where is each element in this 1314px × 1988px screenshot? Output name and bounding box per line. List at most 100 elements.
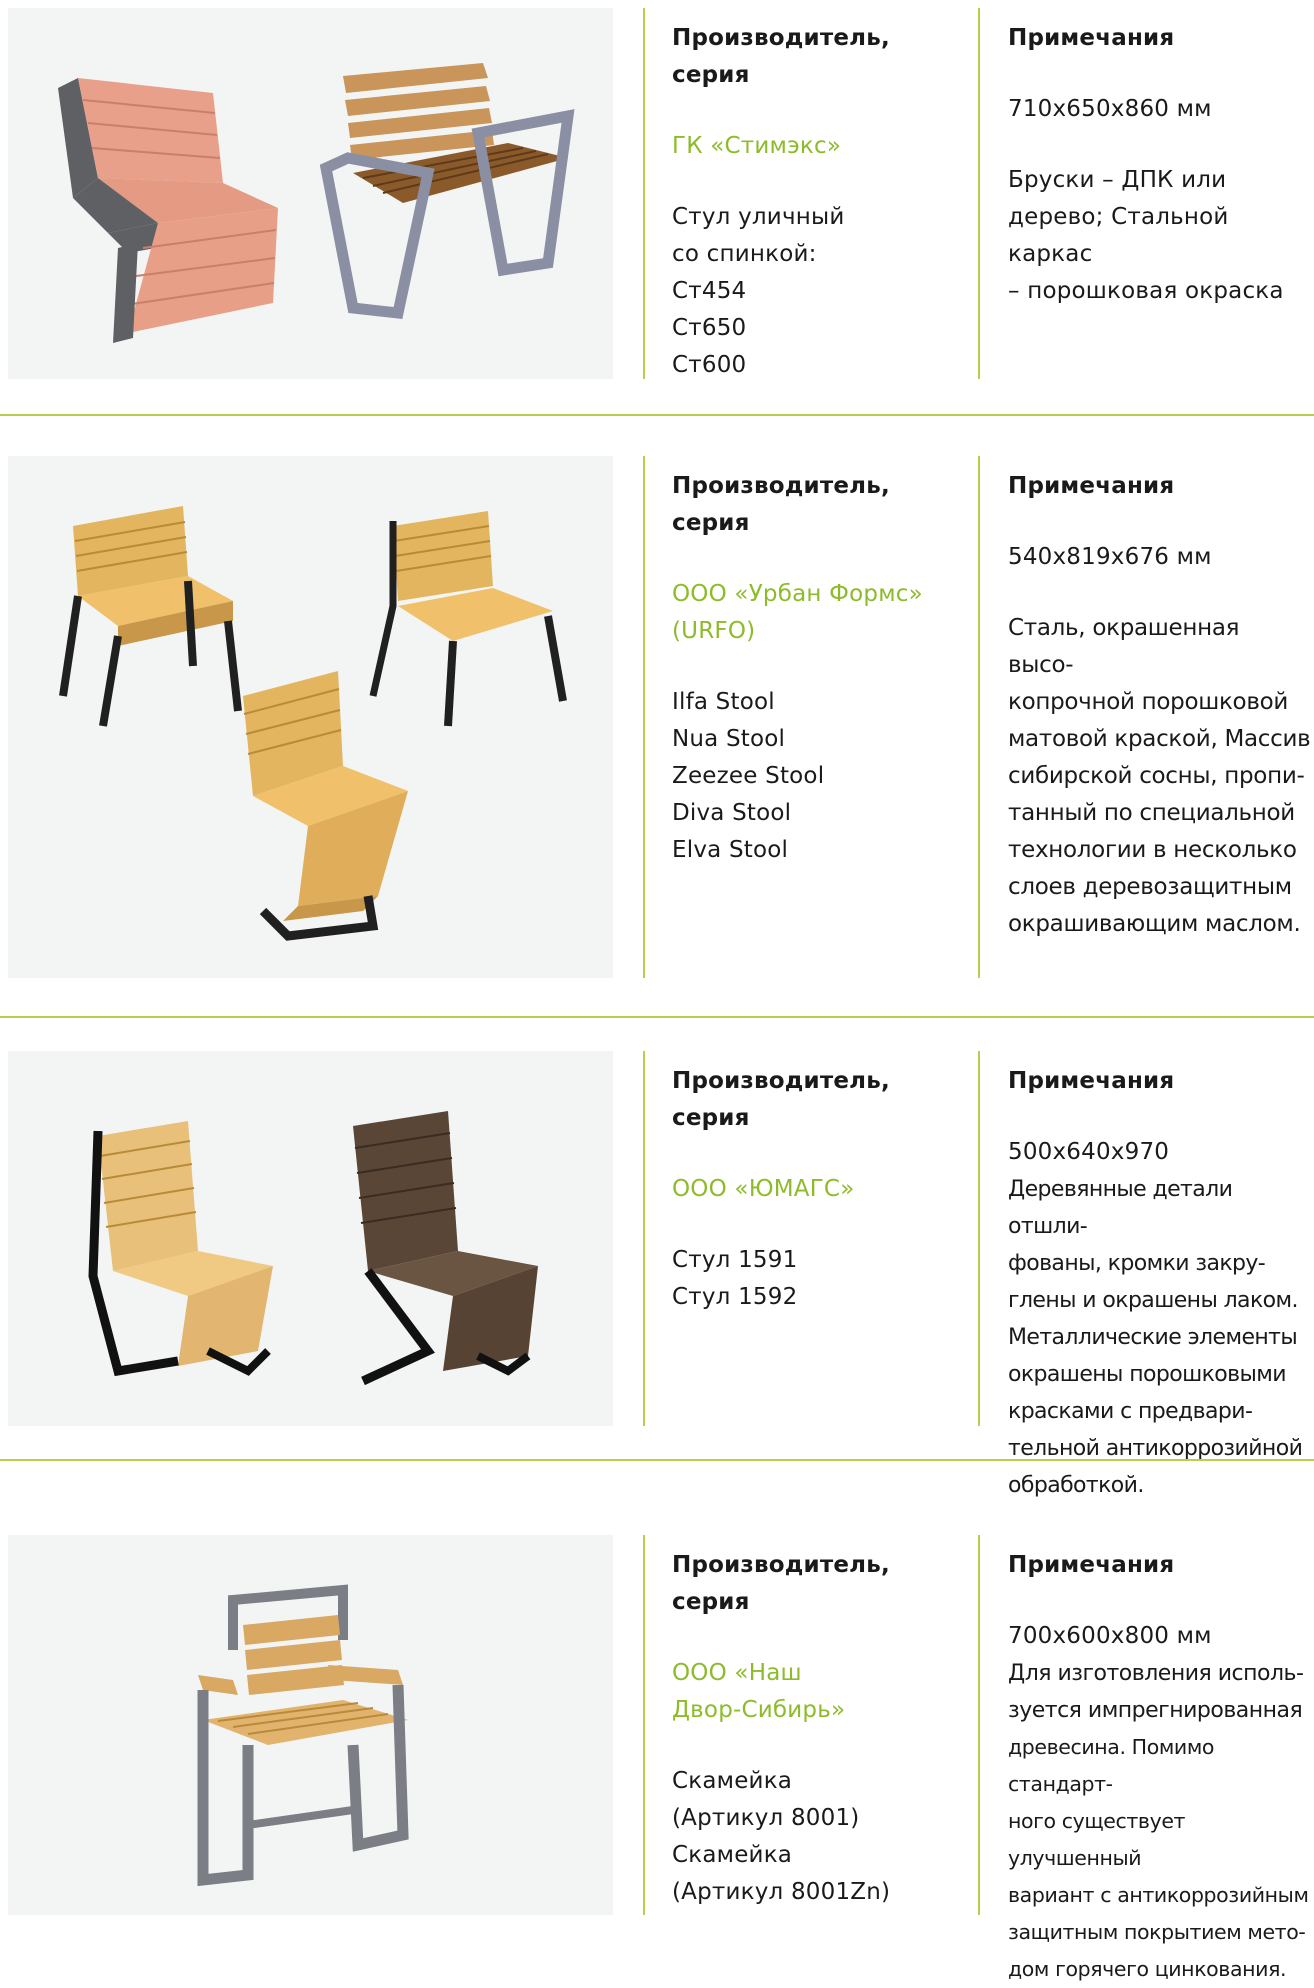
notes-line: танный по специальной [1008, 800, 1295, 826]
notes-line: окрашены порошковыми [1008, 1362, 1287, 1387]
maker-name: ООО «Урбан Формс» (URFO) [672, 576, 972, 650]
column-rule [978, 8, 980, 379]
notes-header: Примечания [1008, 25, 1175, 51]
notes-header: Примечания [1008, 1068, 1175, 1094]
product-item: Скамейка [672, 1842, 793, 1868]
notes-line: фованы, кромки закру- [1008, 1251, 1266, 1276]
dimensions: 710х650х860 мм [1008, 96, 1212, 122]
dimensions: 500х640х970 [1008, 1139, 1170, 1165]
product-item: Ст454 [672, 278, 747, 304]
product-list: Скамейка (Артикул 8001) Скамейка (Артику… [672, 1763, 972, 1911]
notes-line: древесина. Помимо стандарт- [1008, 1735, 1215, 1796]
notes-line: ного существует улучшенный [1008, 1809, 1186, 1870]
notes-line: обработкой. [1008, 1473, 1144, 1498]
product-item: (Артикул 8001) [672, 1805, 860, 1831]
product-item: Zeezee Stool [672, 763, 825, 789]
notes-header: Примечания [1008, 1552, 1175, 1578]
product-item: Стул 1592 [672, 1284, 798, 1310]
chair-zeezee-illustration [243, 671, 408, 941]
notes-column: Примечания 700х600х800 мм Для изготовлен… [1008, 1547, 1311, 1988]
product-item: Ст650 [672, 315, 747, 341]
notes-line: окрашивающим маслом. [1008, 911, 1301, 937]
notes-column: Примечания 500х640х970 Деревянные детали… [1008, 1063, 1311, 1504]
chair-1591-illustration [88, 1121, 273, 1377]
product-image-stimex [8, 8, 613, 379]
notes-line: Бруски – ДПК или [1008, 167, 1227, 193]
chair-wood-frame-illustration [319, 63, 575, 320]
section-divider [0, 1459, 1314, 1461]
maker-name: ГК «Стимэкс» [672, 128, 972, 165]
product-item: Diva Stool [672, 800, 792, 826]
notes-line: технологии в несколько [1008, 837, 1297, 863]
chair-nua-illustration [369, 511, 567, 727]
notes-line: слоев деревозащитным [1008, 874, 1292, 900]
column-rule [643, 1535, 645, 1915]
product-item: со спинкой: [672, 241, 817, 267]
chair-ilfa-illustration [59, 506, 242, 727]
product-item: Стул уличный [672, 204, 845, 230]
maker-name-line: ООО «Наш [672, 1660, 802, 1686]
notes-line: Сталь, окрашенная высо- [1008, 615, 1240, 678]
product-image-yumags [8, 1051, 613, 1426]
maker-column: Производитель, серия ООО «ЮМАГС» Стул 15… [672, 1063, 972, 1316]
maker-name-line: ГК «Стимэкс» [672, 133, 842, 159]
section-divider [0, 414, 1314, 416]
dimensions: 700х600х800 мм [1008, 1623, 1212, 1649]
notes-line: сибирской сосны, пропи- [1008, 763, 1305, 789]
product-item: Ilfa Stool [672, 689, 775, 715]
column-rule [978, 456, 980, 978]
chair-8001-illustration [197, 1584, 409, 1887]
notes-line: Деревянные детали отшли- [1008, 1177, 1233, 1239]
column-rule [643, 456, 645, 978]
maker-header: Производитель, серия [672, 473, 890, 536]
notes-line: матовой краской, Массив [1008, 726, 1311, 752]
product-item: Скамейка [672, 1768, 793, 1794]
product-image-urfo [8, 456, 613, 978]
notes-line: глены и окрашены лаком. [1008, 1288, 1298, 1313]
notes-line: дом горячего цинкования. [1008, 1957, 1287, 1981]
chair-1592-illustration [353, 1111, 538, 1386]
notes-line: защитным покрытием мето- [1008, 1920, 1306, 1944]
column-rule [978, 1051, 980, 1426]
maker-header: Производитель, серия [672, 1552, 890, 1615]
product-list: Ilfa Stool Nua Stool Zeezee Stool Diva S… [672, 684, 972, 869]
notes-text: Сталь, окрашенная высо- копрочной порошк… [1008, 610, 1311, 943]
notes-column: Примечания 710х650х860 мм Бруски – ДПК и… [1008, 20, 1311, 310]
maker-name-line: ООО «ЮМАГС» [672, 1176, 855, 1202]
notes-line: зуется импрегнированная [1008, 1698, 1303, 1723]
maker-header: Производитель, серия [672, 25, 890, 88]
notes-line: копрочной порошковой [1008, 689, 1288, 715]
section-divider [0, 1016, 1314, 1018]
maker-name: ООО «Наш Двор-Сибирь» [672, 1655, 972, 1729]
product-item: Ст600 [672, 352, 747, 378]
product-item: Nua Stool [672, 726, 786, 752]
notes-text: Для изготовления исполь- зуется импрегни… [1008, 1655, 1311, 1988]
dimensions: 540х819х676 мм [1008, 544, 1212, 570]
notes-line: дерево; Стальной каркас [1008, 204, 1229, 267]
notes-text: Деревянные детали отшли- фованы, кромки … [1008, 1171, 1311, 1504]
notes-text: Бруски – ДПК или дерево; Стальной каркас… [1008, 162, 1311, 310]
column-rule [643, 8, 645, 379]
product-list: Стул уличный со спинкой: Ст454 Ст650 Ст6… [672, 199, 972, 384]
product-item: Стул 1591 [672, 1247, 798, 1273]
maker-name-line: Двор-Сибирь» [672, 1697, 846, 1723]
maker-column: Производитель, серия ООО «Наш Двор-Сибир… [672, 1547, 972, 1911]
maker-column: Производитель, серия ООО «Урбан Формс» (… [672, 468, 972, 869]
product-item: Elva Stool [672, 837, 789, 863]
notes-line: красками с предвари- [1008, 1399, 1253, 1424]
product-item: (Артикул 8001Zn) [672, 1879, 891, 1905]
notes-line: – порошковая окраска [1008, 278, 1284, 304]
maker-name-line: ООО «Урбан Формс» [672, 581, 923, 607]
notes-line: Металлические элементы [1008, 1325, 1298, 1350]
notes-column: Примечания 540х819х676 мм Сталь, окрашен… [1008, 468, 1311, 943]
notes-line: вариант с антикоррозийным [1008, 1883, 1309, 1907]
notes-line: тельной антикоррозийной [1008, 1436, 1303, 1461]
maker-header: Производитель, серия [672, 1068, 890, 1131]
column-rule [978, 1535, 980, 1915]
chair-pink-illustration [58, 78, 278, 343]
product-list: Стул 1591 Стул 1592 [672, 1242, 972, 1316]
maker-name-line: (URFO) [672, 618, 756, 644]
maker-name: ООО «ЮМАГС» [672, 1171, 972, 1208]
column-rule [643, 1051, 645, 1426]
maker-column: Производитель, серия ГК «Стимэкс» Стул у… [672, 20, 972, 384]
